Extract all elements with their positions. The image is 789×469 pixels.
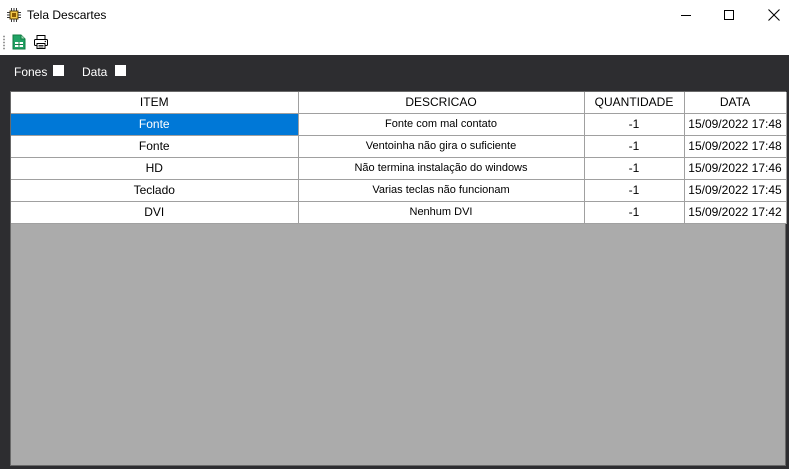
close-icon (768, 9, 780, 21)
chip-icon[interactable] (6, 7, 22, 23)
cell-descricao[interactable]: Ventoinha não gira o suficiente (298, 135, 585, 158)
cell-item[interactable]: DVI (11, 201, 299, 224)
cell-item[interactable]: Fonte (11, 135, 299, 158)
cell-quantidade[interactable]: -1 (584, 179, 685, 202)
header-row: ITEM DESCRICAO QUANTIDADE DATA (11, 92, 787, 114)
cell-item[interactable]: HD (11, 157, 299, 180)
cell-descricao[interactable]: Nenhum DVI (298, 201, 585, 224)
cell-data[interactable]: 15/09/2022 17:48 (684, 135, 787, 158)
toolbar-grip[interactable] (3, 35, 5, 50)
table-row[interactable]: Fonte Fonte com mal contato -1 15/09/202… (11, 113, 787, 136)
title-bar: Tela Descartes (0, 0, 789, 30)
table-row[interactable]: Fonte Ventoinha não gira o suficiente -1… (11, 135, 787, 158)
cell-quantidade[interactable]: -1 (584, 135, 685, 158)
printer-icon (34, 35, 48, 49)
toolbar (0, 30, 789, 54)
data-label: Data (82, 65, 108, 79)
cell-descricao[interactable]: Fonte com mal contato (298, 113, 585, 136)
cell-quantidade[interactable]: -1 (584, 201, 685, 224)
cell-item[interactable]: Fonte (11, 113, 299, 136)
close-button[interactable] (751, 0, 789, 30)
fones-label: Fones (14, 65, 48, 79)
cell-data[interactable]: 15/09/2022 17:42 (684, 201, 787, 224)
data-checkbox[interactable] (115, 65, 126, 76)
maximize-button[interactable] (706, 0, 752, 30)
cell-descricao[interactable]: Não termina instalação do windows (298, 157, 585, 180)
table-row[interactable]: DVI Nenhum DVI -1 15/09/2022 17:42 (11, 201, 787, 224)
cell-descricao[interactable]: Varias teclas não funcionam (298, 179, 585, 202)
window-title: Tela Descartes (27, 8, 107, 22)
column-header-quantidade[interactable]: QUANTIDADE (584, 92, 685, 114)
maximize-icon (724, 10, 734, 20)
discards-table: ITEM DESCRICAO QUANTIDADE DATA Fonte Fon… (11, 92, 787, 224)
cell-data[interactable]: 15/09/2022 17:45 (684, 179, 787, 202)
minimize-icon (681, 15, 691, 16)
cell-item[interactable]: Teclado (11, 179, 299, 202)
print-button[interactable] (31, 33, 51, 51)
cell-data[interactable]: 15/09/2022 17:48 (684, 113, 787, 136)
fones-checkbox[interactable] (53, 65, 64, 76)
minimize-button[interactable] (663, 0, 709, 30)
table-row[interactable]: Teclado Varias teclas não funcionam -1 1… (11, 179, 787, 202)
cell-quantidade[interactable]: -1 (584, 113, 685, 136)
column-header-descricao[interactable]: DESCRICAO (298, 92, 585, 114)
cell-data[interactable]: 15/09/2022 17:46 (684, 157, 787, 180)
column-header-data[interactable]: DATA (684, 92, 787, 114)
excel-export-icon (12, 34, 26, 50)
discards-grid[interactable]: ITEM DESCRICAO QUANTIDADE DATA Fonte Fon… (10, 91, 787, 466)
cell-quantidade[interactable]: -1 (584, 157, 685, 180)
export-excel-button[interactable] (9, 33, 29, 51)
column-header-item[interactable]: ITEM (11, 92, 299, 114)
table-row[interactable]: HD Não termina instalação do windows -1 … (11, 157, 787, 180)
